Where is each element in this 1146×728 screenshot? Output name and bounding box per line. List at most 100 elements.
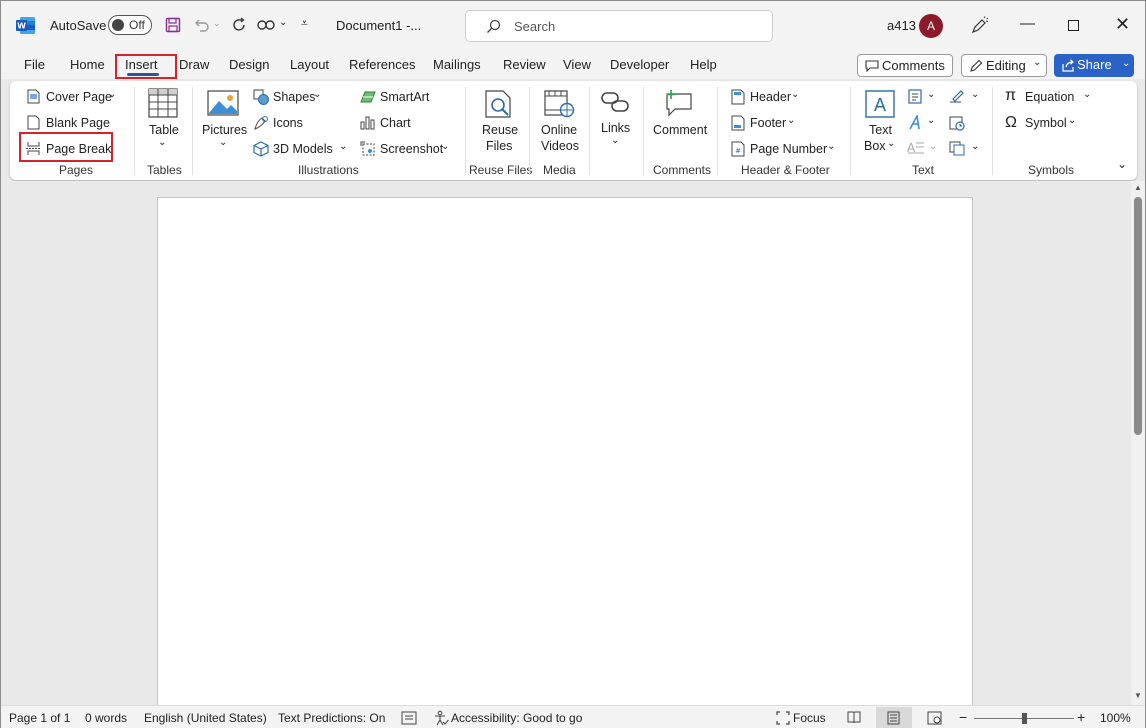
customize-qat-icon[interactable]: ⩡: [301, 16, 308, 31]
object-dropdown-icon[interactable]: ⌄: [971, 141, 979, 152]
ribbon-collapse-chevron-icon[interactable]: ⌄: [1117, 157, 1127, 171]
tab-review[interactable]: Review: [503, 57, 546, 72]
date-time-icon[interactable]: [949, 115, 965, 131]
reuse-files-button-line2[interactable]: Files: [486, 139, 512, 153]
minimize-icon[interactable]: —: [1020, 15, 1035, 32]
share-dropdown-icon[interactable]: ⌄: [1122, 58, 1130, 69]
scroll-up-arrow-icon[interactable]: ▲: [1134, 183, 1142, 192]
document-title[interactable]: Document1 -...: [336, 18, 421, 33]
zoom-in-icon[interactable]: +: [1077, 709, 1085, 725]
share-button[interactable]: Share ⌄: [1054, 54, 1134, 77]
object-icon[interactable]: [949, 141, 965, 156]
tab-design[interactable]: Design: [229, 57, 269, 72]
3d-models-button[interactable]: 3D Models: [273, 142, 333, 156]
screenshot-button[interactable]: Screenshot: [380, 142, 443, 156]
page-number-dropdown-icon[interactable]: ⌄: [827, 141, 835, 152]
reuse-files-button-line1[interactable]: Reuse: [482, 123, 518, 137]
accessibility-icon[interactable]: [433, 710, 449, 726]
designer-pen-icon[interactable]: [969, 16, 989, 36]
icons-button[interactable]: Icons: [273, 116, 303, 130]
equation-button[interactable]: Equation: [1025, 90, 1074, 104]
zoom-out-icon[interactable]: −: [959, 709, 967, 725]
read-mode-icon[interactable]: [847, 711, 861, 724]
tab-mailings[interactable]: Mailings: [433, 57, 481, 72]
chart-button[interactable]: Chart: [380, 116, 411, 130]
table-icon: [148, 88, 178, 118]
header-dropdown-icon[interactable]: ⌄: [791, 89, 799, 100]
signature-line-dropdown-icon[interactable]: ⌄: [971, 89, 979, 100]
tab-view[interactable]: View: [563, 57, 591, 72]
3d-models-dropdown-icon[interactable]: ⌄: [339, 141, 347, 152]
text-box-button-line2[interactable]: Box: [864, 139, 886, 153]
pictures-button[interactable]: Pictures: [202, 123, 247, 137]
proofing-icon[interactable]: [401, 711, 417, 725]
scroll-down-arrow-icon[interactable]: ▼: [1134, 691, 1142, 700]
text-box-button-line1[interactable]: Text: [869, 123, 892, 137]
quick-parts-dropdown-icon[interactable]: ⌄: [927, 89, 935, 100]
shapes-dropdown-icon[interactable]: ⌄: [313, 89, 321, 100]
autosave-toggle[interactable]: Off: [108, 15, 152, 35]
links-dropdown-icon[interactable]: ⌄: [611, 135, 619, 146]
quick-parts-icon[interactable]: [908, 89, 922, 104]
drop-cap-icon[interactable]: A: [907, 140, 925, 155]
document-page[interactable]: [157, 197, 973, 709]
blank-page-button[interactable]: Blank Page: [46, 116, 110, 130]
maximize-icon[interactable]: [1068, 20, 1079, 31]
page-count[interactable]: Page 1 of 1: [9, 711, 70, 725]
vertical-scrollbar[interactable]: ▲ ▼: [1131, 181, 1145, 705]
symbol-button[interactable]: Symbol: [1025, 116, 1067, 130]
accessibility-checker-icon[interactable]: [257, 18, 275, 32]
screenshot-dropdown-icon[interactable]: ⌄: [441, 141, 449, 152]
web-layout-icon[interactable]: [927, 711, 942, 725]
editing-mode-button[interactable]: Editing ⌄: [961, 54, 1047, 77]
tab-home[interactable]: Home: [70, 57, 105, 72]
links-button[interactable]: Links: [601, 121, 630, 135]
table-dropdown-icon[interactable]: ⌄: [158, 137, 166, 148]
online-videos-button-line2[interactable]: Videos: [541, 139, 579, 153]
qat-dropdown-icon[interactable]: ⌄: [279, 17, 287, 28]
equation-dropdown-icon[interactable]: ⌄: [1083, 89, 1091, 100]
table-button[interactable]: Table: [149, 123, 179, 137]
tab-help[interactable]: Help: [690, 57, 717, 72]
tab-developer[interactable]: Developer: [610, 57, 669, 72]
footer-button[interactable]: Footer: [750, 116, 786, 130]
scrollbar-thumb[interactable]: [1134, 197, 1142, 435]
redo-icon[interactable]: [232, 17, 248, 33]
focus-button[interactable]: Focus: [793, 711, 826, 725]
comments-button[interactable]: Comments: [857, 54, 953, 77]
pictures-dropdown-icon[interactable]: ⌄: [219, 137, 227, 148]
language[interactable]: English (United States): [144, 711, 267, 725]
close-icon[interactable]: ✕: [1115, 14, 1130, 35]
text-predictions[interactable]: Text Predictions: On: [278, 711, 385, 725]
footer-dropdown-icon[interactable]: ⌄: [787, 115, 795, 126]
wordart-icon[interactable]: [908, 115, 923, 130]
comment-button[interactable]: Comment: [653, 123, 707, 137]
print-layout-icon[interactable]: [887, 711, 900, 725]
signature-line-icon[interactable]: [949, 89, 965, 104]
text-box-dropdown-icon[interactable]: ⌄: [887, 138, 895, 149]
zoom-slider-handle[interactable]: [1022, 713, 1027, 724]
header-button[interactable]: Header: [750, 90, 791, 104]
accessibility-status[interactable]: Accessibility: Good to go: [451, 711, 582, 725]
cover-page-dropdown-icon[interactable]: ⌄: [108, 89, 116, 100]
wordart-dropdown-icon[interactable]: ⌄: [927, 115, 935, 126]
tab-references[interactable]: References: [349, 57, 415, 72]
search-box[interactable]: Search: [465, 10, 773, 42]
word-count[interactable]: 0 words: [85, 711, 127, 725]
drop-cap-dropdown-icon[interactable]: ⌄: [929, 141, 937, 152]
undo-dropdown-icon[interactable]: ⌄: [213, 18, 221, 29]
undo-icon[interactable]: [193, 17, 209, 33]
avatar[interactable]: A: [919, 14, 943, 38]
user-name[interactable]: a413: [887, 18, 916, 33]
save-icon[interactable]: [165, 17, 181, 33]
cover-page-button[interactable]: Cover Page: [46, 90, 112, 104]
page-number-button[interactable]: Page Number: [750, 142, 827, 156]
tab-draw[interactable]: Draw: [179, 57, 209, 72]
tab-layout[interactable]: Layout: [290, 57, 329, 72]
online-videos-button-line1[interactable]: Online: [541, 123, 577, 137]
tab-file[interactable]: File: [24, 57, 45, 72]
symbol-dropdown-icon[interactable]: ⌄: [1068, 115, 1076, 126]
smartart-button[interactable]: SmartArt: [380, 90, 429, 104]
zoom-level[interactable]: 100%: [1100, 711, 1131, 725]
shapes-button[interactable]: Shapes: [273, 90, 315, 104]
